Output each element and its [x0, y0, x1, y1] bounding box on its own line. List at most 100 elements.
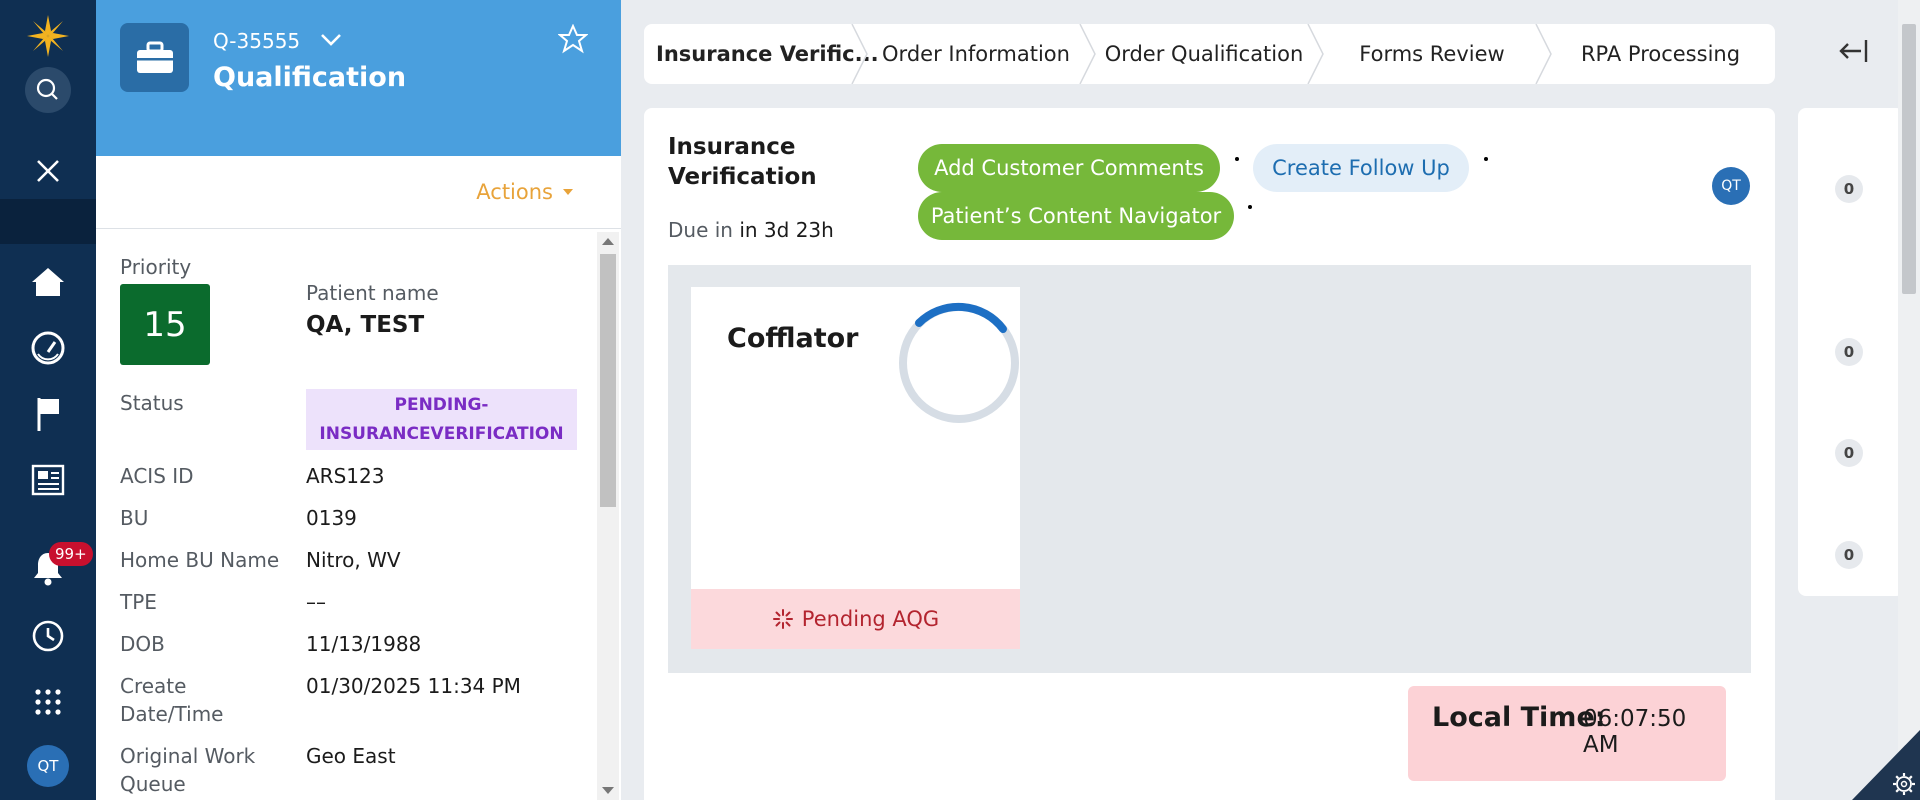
stage-order-information[interactable]: Order Information	[862, 24, 1090, 84]
separator-dot	[1235, 157, 1239, 161]
pending-aqg-label: Pending AQG	[801, 607, 940, 631]
utility-count[interactable]: 0	[1835, 439, 1863, 467]
logo-icon[interactable]	[0, 10, 96, 62]
due-date: Due in in 3d 23h	[668, 218, 834, 242]
close-icon[interactable]	[0, 150, 96, 192]
rail-divider	[0, 199, 96, 244]
assignee-avatar[interactable]: QT	[1712, 167, 1750, 205]
stage-separator	[851, 24, 868, 84]
due-prefix: Due in	[668, 218, 733, 242]
add-customer-comments-button[interactable]: Add Customer Comments	[918, 144, 1220, 192]
assignment-title-line-2: Verification	[668, 164, 817, 190]
stage-order-qualification[interactable]: Order Qualification	[1090, 24, 1318, 84]
panel-scrollbar[interactable]	[597, 232, 619, 800]
tile-title: Cofflator	[727, 323, 859, 354]
stage-rpa-processing[interactable]: RPA Processing	[1546, 24, 1775, 84]
star-icon[interactable]	[557, 23, 589, 58]
scroll-up-arrow[interactable]	[602, 238, 614, 245]
patient-name-value: QA, TEST	[306, 312, 425, 338]
field-label: Queue	[120, 772, 186, 796]
case-id: Q-35555	[213, 29, 301, 53]
field-label: Home BU Name	[120, 548, 280, 572]
field-label: Create	[120, 674, 187, 698]
page-scroll-thumb[interactable]	[1902, 24, 1916, 294]
case-header: Q-35555 Qualification	[96, 0, 621, 156]
utility-panel: 0 0 0 0	[1798, 108, 1904, 596]
left-nav-rail: 99+ QT	[0, 0, 96, 800]
priority-label: Priority	[120, 255, 192, 279]
page-scrollbar[interactable]	[1898, 0, 1920, 800]
assignment-card: Insurance Verification Due in in 3d 23h …	[644, 108, 1775, 800]
work-queue-value: Geo East	[306, 744, 396, 768]
priority-value: 15	[120, 284, 210, 365]
local-time-label: Local Time:	[1432, 702, 1606, 733]
cofflator-tile[interactable]: Cofflator Pending AQG	[691, 287, 1020, 649]
actions-menu[interactable]: Actions	[476, 180, 573, 204]
briefcase-icon	[120, 23, 189, 92]
utility-count[interactable]: 0	[1835, 175, 1863, 203]
pending-aqg-status: Pending AQG	[691, 589, 1020, 649]
create-follow-up-button[interactable]: Create Follow Up	[1253, 144, 1469, 192]
assignment-title-line-1: Insurance	[668, 134, 796, 160]
tpe-value: ––	[306, 590, 326, 614]
utility-count[interactable]: 0	[1835, 338, 1863, 366]
stage-bar: Insurance Verific... Order Information O…	[644, 24, 1775, 84]
stage-separator	[1307, 24, 1324, 84]
stage-separator	[1079, 24, 1096, 84]
stage-label: Order Information	[882, 42, 1070, 66]
patients-content-navigator-button[interactable]: Patient’s Content Navigator	[918, 192, 1234, 240]
scroll-down-arrow[interactable]	[602, 787, 614, 794]
history-icon[interactable]	[0, 614, 96, 658]
acis-id-value: ARS123	[306, 464, 385, 488]
dob-value: 11/13/1988	[306, 632, 422, 656]
divider	[96, 228, 621, 229]
patient-name-label: Patient name	[306, 281, 439, 305]
actions-label: Actions	[476, 180, 553, 204]
field-label: Original Work	[120, 744, 256, 768]
home-icon[interactable]	[0, 262, 96, 302]
field-label: Date/Time	[120, 702, 224, 726]
status-label: Status	[120, 391, 184, 415]
news-icon[interactable]	[0, 460, 96, 500]
settings-corner[interactable]	[1852, 730, 1920, 800]
stage-insurance-verification[interactable]: Insurance Verific...	[644, 24, 879, 84]
stage-label: Order Qualification	[1104, 42, 1304, 66]
field-label: BU	[120, 506, 149, 530]
due-value: in 3d 23h	[739, 218, 834, 242]
create-datetime-value: 01/30/2025 11:34 PM	[306, 674, 521, 698]
notification-count-badge: 99+	[49, 542, 93, 566]
separator-dot	[1484, 157, 1488, 161]
stage-label: Insurance Verific...	[656, 42, 879, 66]
stage-label: Forms Review	[1359, 42, 1505, 66]
field-label: TPE	[120, 590, 157, 614]
stage-separator	[1535, 24, 1552, 84]
collapse-panel-icon[interactable]	[1838, 38, 1870, 68]
home-bu-name-value: Nitro, WV	[306, 548, 401, 572]
dashboard-icon[interactable]	[0, 328, 96, 368]
widget-area: Cofflator Pending AQG	[668, 265, 1751, 673]
apps-grid-icon[interactable]	[0, 680, 96, 724]
separator-dot	[1248, 205, 1252, 209]
field-label: DOB	[120, 632, 165, 656]
search-icon[interactable]	[0, 66, 96, 114]
status-line-1: PENDING-	[394, 395, 489, 415]
chevron-down-icon[interactable]	[320, 32, 342, 51]
loading-spinner-icon	[899, 302, 1019, 423]
stage-label: RPA Processing	[1580, 42, 1741, 66]
stage-forms-review[interactable]: Forms Review	[1318, 24, 1546, 84]
user-avatar[interactable]: QT	[27, 745, 69, 787]
field-label: ACIS ID	[120, 464, 194, 488]
local-time-value: 06:07:50 AM	[1583, 706, 1687, 758]
assignment-title: Insurance Verification	[668, 132, 848, 192]
local-time-box: Local Time: 06:07:50 AM	[1408, 686, 1726, 781]
pending-spark-icon	[772, 609, 793, 629]
bu-value: 0139	[306, 506, 357, 530]
status-badge: PENDING- INSURANCEVERIFICATION	[306, 389, 577, 450]
utility-count[interactable]: 0	[1835, 541, 1863, 569]
case-summary-panel: Q-35555 Qualification Actions Priority 1…	[96, 0, 621, 800]
caret-down-icon	[563, 189, 573, 195]
case-title: Qualification	[213, 62, 407, 93]
flag-icon[interactable]	[0, 394, 96, 434]
scroll-thumb[interactable]	[600, 254, 616, 507]
status-line-2: INSURANCEVERIFICATION	[319, 424, 564, 444]
